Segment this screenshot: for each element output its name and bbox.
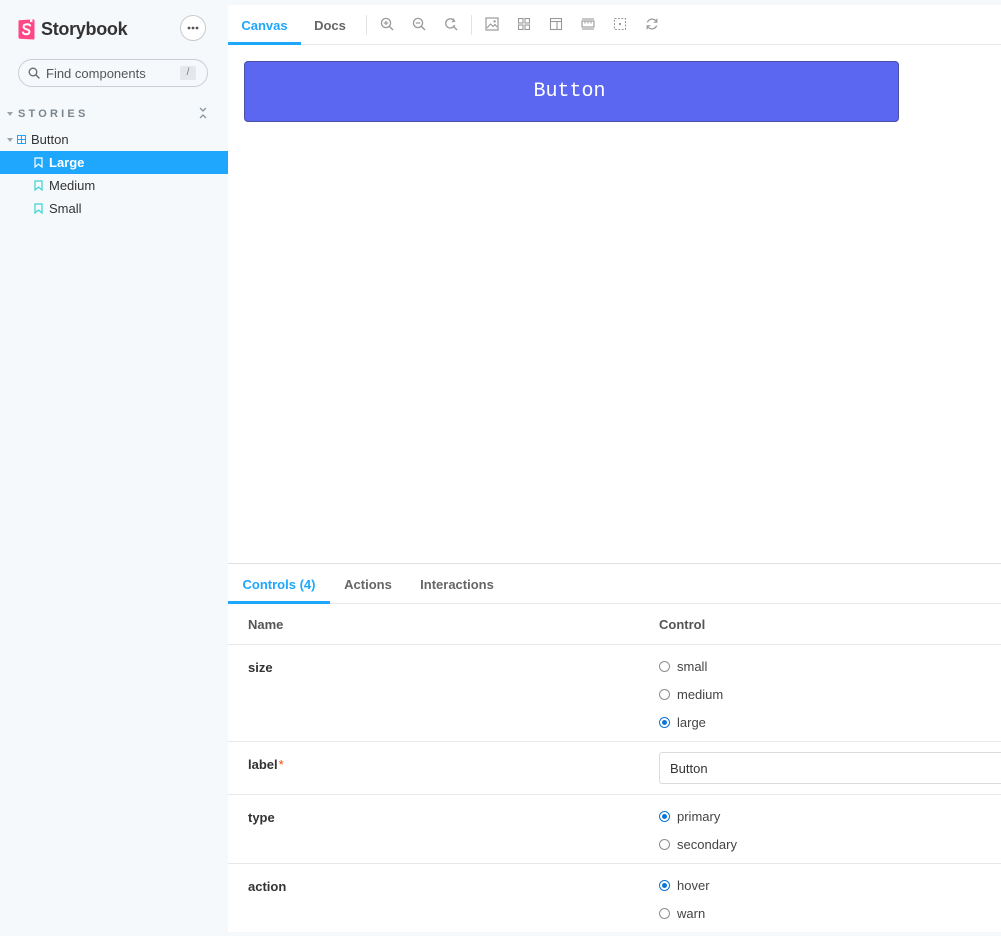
addons-panel: Controls (4) Actions Interactions Name C… [228, 563, 1001, 932]
tab-docs[interactable]: Docs [305, 5, 355, 45]
caret-down-icon [7, 137, 13, 142]
collapse-all-icon[interactable] [198, 107, 208, 119]
label-text-input[interactable] [659, 752, 1001, 784]
control-name: label* [248, 757, 284, 772]
tab-controls[interactable]: Controls (4) [228, 564, 330, 604]
control-name-text: label [248, 757, 278, 772]
search-icon [28, 67, 40, 79]
toolbar: Canvas Docs [228, 5, 1001, 45]
column-header-name: Name [248, 617, 284, 632]
radio-label: primary [677, 808, 721, 824]
main-panel: Canvas Docs Button Controls (4) Actions … [228, 5, 1001, 932]
radio-size-large[interactable]: large [659, 714, 706, 730]
canvas-preview: Button [228, 45, 1001, 563]
control-row-size: size small medium large [228, 645, 1001, 742]
story-label: Medium [49, 178, 96, 193]
radio-circle[interactable] [659, 660, 670, 672]
sidebar-menu-button[interactable] [180, 15, 206, 41]
control-name: action [248, 879, 287, 894]
story-item-large[interactable]: Large [0, 151, 228, 174]
measure-icon[interactable] [581, 17, 595, 31]
radio-action-warn[interactable]: warn [659, 905, 705, 921]
control-row-type: type primary secondary [228, 795, 1001, 864]
section-title: STORIES [18, 108, 89, 120]
radio-label: small [677, 658, 708, 674]
radio-size-small[interactable]: small [659, 658, 707, 674]
story-item-medium[interactable]: Medium [0, 174, 228, 197]
control-row-action: action hover warn [228, 864, 1001, 933]
controls-table-header: Name Control [228, 604, 1001, 645]
tab-actions[interactable]: Actions [334, 564, 402, 604]
story-label: Large [49, 155, 85, 170]
radio-circle-checked[interactable] [659, 879, 670, 891]
story-item-small[interactable]: Small [0, 197, 228, 220]
radio-type-secondary[interactable]: secondary [659, 836, 737, 852]
zoom-reset-icon[interactable] [444, 17, 458, 31]
radio-label: secondary [677, 836, 737, 852]
radio-type-primary[interactable]: primary [659, 808, 720, 824]
bookmark-icon [34, 203, 43, 214]
zoom-out-icon[interactable] [412, 17, 426, 31]
tab-canvas[interactable]: Canvas [228, 5, 301, 45]
sidebar: Storybook / STORIES [0, 0, 228, 936]
caret-down-icon [7, 112, 13, 116]
radio-label: large [677, 714, 706, 730]
viewport-icon[interactable] [549, 17, 563, 31]
addon-tabs: Controls (4) Actions Interactions [228, 564, 1001, 604]
toolbar-divider [366, 15, 367, 35]
radio-label: warn [677, 905, 706, 921]
storybook-logo-icon [18, 18, 35, 40]
remount-icon[interactable] [645, 17, 659, 31]
toolbar-divider [471, 15, 472, 35]
search-input[interactable] [46, 65, 176, 81]
radio-circle[interactable] [659, 688, 670, 700]
outline-icon[interactable] [613, 17, 627, 31]
radio-circle-checked[interactable] [659, 716, 670, 728]
radio-circle-checked[interactable] [659, 810, 670, 822]
radio-label: medium [677, 686, 724, 702]
required-mark: * [278, 757, 284, 772]
tab-interactions[interactable]: Interactions [412, 564, 502, 604]
grid-icon[interactable] [517, 17, 531, 31]
radio-circle[interactable] [659, 838, 670, 850]
zoom-in-icon[interactable] [380, 17, 394, 31]
tree-component-label: Button [31, 132, 69, 147]
radio-circle[interactable] [659, 907, 670, 919]
search-shortcut-hint: / [180, 66, 196, 80]
story-label: Small [49, 201, 82, 216]
bookmark-icon [34, 180, 43, 191]
radio-label: hover [677, 877, 710, 893]
control-name: size [248, 660, 273, 675]
ellipsis-icon [187, 26, 199, 30]
column-header-control: Control [659, 617, 706, 632]
storybook-logo[interactable]: Storybook [18, 18, 128, 40]
search-box[interactable]: / [18, 59, 208, 87]
tree-component-button[interactable]: Button [0, 128, 228, 151]
radio-size-medium[interactable]: medium [659, 686, 723, 702]
radio-action-hover[interactable]: hover [659, 877, 710, 893]
control-row-label: label* [228, 742, 1001, 795]
background-icon[interactable] [485, 17, 499, 31]
bookmark-icon [34, 157, 43, 168]
component-icon [17, 135, 26, 144]
stories-section-header[interactable]: STORIES [7, 106, 217, 122]
control-name: type [248, 810, 275, 825]
brand-name: Storybook [41, 18, 128, 39]
preview-button[interactable]: Button [244, 61, 899, 122]
